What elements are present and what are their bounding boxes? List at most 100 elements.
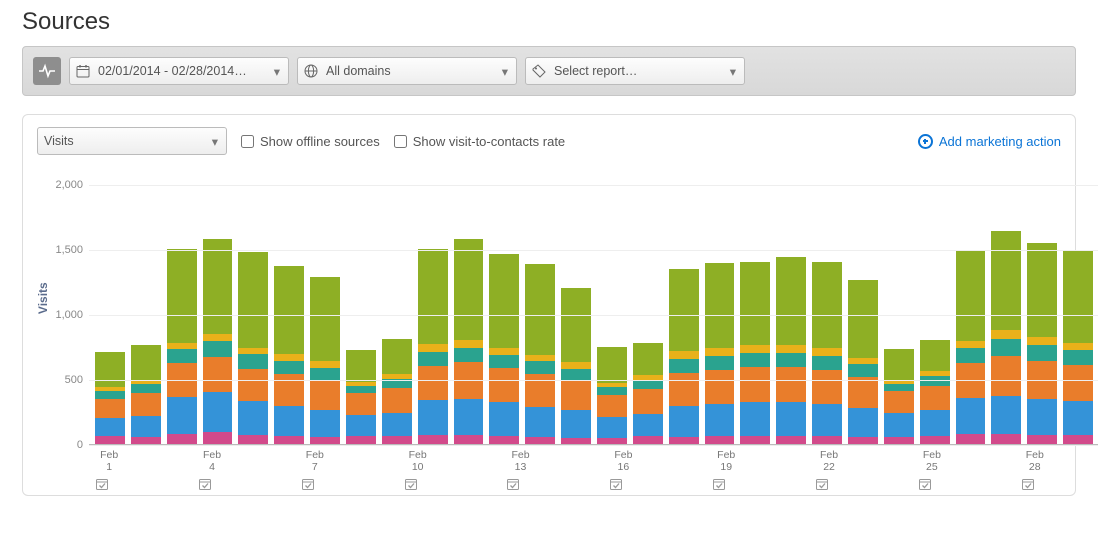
bar-day-2[interactable]	[131, 345, 161, 444]
filter-toolbar: 02/01/2014 - 02/28/2014… ▾ All domains ▾…	[22, 46, 1076, 96]
bar-segment-green	[131, 345, 161, 380]
bar-segment-pink	[561, 438, 591, 445]
x-tick	[369, 449, 397, 475]
bar-day-12[interactable]	[489, 254, 519, 444]
calendar-marker-cell	[712, 477, 740, 491]
add-marketing-action-link[interactable]: Add marketing action	[918, 134, 1061, 149]
bar-segment-teal	[238, 354, 268, 368]
bar-segment-green	[274, 266, 304, 354]
x-tick	[438, 449, 466, 475]
bar-day-18[interactable]	[705, 263, 735, 444]
bar-day-6[interactable]	[274, 266, 304, 444]
x-tick: Feb25	[918, 449, 946, 475]
y-tick-label: 0	[43, 439, 83, 451]
bar-day-9[interactable]	[382, 339, 412, 444]
bar-day-16[interactable]	[633, 343, 663, 444]
bar-segment-pink	[740, 436, 770, 444]
calendar-marker-cell	[301, 477, 329, 491]
metric-dropdown[interactable]: Visits ▾	[37, 127, 227, 155]
visit-to-contacts-input[interactable]	[394, 135, 407, 148]
bar-segment-blue	[310, 410, 340, 437]
bar-day-28[interactable]	[1063, 250, 1093, 444]
bar-day-21[interactable]	[812, 262, 842, 444]
bar-day-5[interactable]	[238, 252, 268, 444]
x-tick	[986, 449, 1014, 475]
bar-segment-blue	[705, 404, 735, 437]
bar-day-8[interactable]	[346, 350, 376, 444]
x-tick	[849, 449, 877, 475]
bar-segment-green	[489, 254, 519, 349]
bar-day-20[interactable]	[776, 257, 806, 444]
offline-sources-input[interactable]	[241, 135, 254, 148]
pulse-icon-button[interactable]	[33, 57, 61, 85]
bar-segment-green	[597, 347, 627, 383]
chart-panel-toolbar: Visits ▾ Show offline sources Show visit…	[37, 127, 1061, 165]
bar-segment-pink	[705, 436, 735, 444]
bar-day-11[interactable]	[454, 239, 484, 444]
visit-to-contacts-checkbox[interactable]: Show visit-to-contacts rate	[394, 134, 565, 149]
bar-segment-blue	[382, 413, 412, 436]
bar-day-4[interactable]	[203, 239, 233, 444]
x-tick	[883, 449, 911, 475]
bar-segment-teal	[705, 356, 735, 370]
tag-icon	[532, 64, 548, 78]
bar-segment-green	[1063, 250, 1093, 342]
calendar-marker-cell	[335, 477, 363, 491]
offline-sources-label: Show offline sources	[260, 134, 380, 149]
page-title: Sources	[0, 0, 1098, 46]
bar-segment-pink	[525, 437, 555, 444]
bar-day-1[interactable]	[95, 352, 125, 444]
bar-segment-orange	[633, 389, 663, 414]
bar-segment-yellow	[418, 344, 448, 352]
bar-day-14[interactable]	[561, 288, 591, 444]
bar-segment-teal	[633, 380, 663, 389]
bar-day-24[interactable]	[920, 340, 950, 444]
bar-day-15[interactable]	[597, 347, 627, 444]
bar-day-22[interactable]	[848, 280, 878, 444]
bar-segment-orange	[705, 370, 735, 404]
bar-segment-pink	[95, 436, 125, 444]
date-range-dropdown[interactable]: 02/01/2014 - 02/28/2014… ▾	[69, 57, 289, 85]
bar-segment-green	[848, 280, 878, 358]
bar-segment-pink	[991, 434, 1021, 444]
bar-day-19[interactable]	[740, 262, 770, 444]
x-tick: Feb1	[95, 449, 123, 475]
bar-segment-orange	[346, 393, 376, 415]
bar-day-10[interactable]	[418, 249, 448, 444]
bar-segment-teal	[561, 369, 591, 381]
calendar-check-icon	[712, 477, 726, 491]
bar-segment-green	[776, 257, 806, 345]
bar-segment-teal	[525, 361, 555, 374]
calendar-check-icon	[404, 477, 418, 491]
calendar-check-icon	[918, 477, 932, 491]
bar-segment-blue	[812, 404, 842, 437]
bar-day-3[interactable]	[167, 249, 197, 444]
bar-segment-pink	[382, 436, 412, 444]
bar-segment-teal	[489, 355, 519, 368]
calendar-check-icon	[815, 477, 829, 491]
bar-day-17[interactable]	[669, 269, 699, 444]
bar-day-27[interactable]	[1027, 243, 1057, 444]
bar-day-13[interactable]	[525, 264, 555, 444]
calendar-marker-cell	[678, 477, 706, 491]
bar-segment-pink	[812, 436, 842, 444]
bar-segment-teal	[812, 356, 842, 370]
bar-day-25[interactable]	[956, 251, 986, 444]
bar-day-26[interactable]	[991, 231, 1021, 444]
bar-day-7[interactable]	[310, 277, 340, 444]
x-tick	[232, 449, 260, 475]
y-tick-label: 1,000	[43, 309, 83, 321]
x-tick	[129, 449, 157, 475]
bar-segment-orange	[848, 377, 878, 408]
y-tick-label: 1,500	[43, 244, 83, 256]
bar-segment-pink	[776, 436, 806, 444]
bar-segment-green	[167, 249, 197, 343]
offline-sources-checkbox[interactable]: Show offline sources	[241, 134, 380, 149]
domain-dropdown[interactable]: All domains ▾	[297, 57, 517, 85]
bar-segment-orange	[95, 399, 125, 419]
bar-day-23[interactable]	[884, 349, 914, 445]
gridline	[89, 185, 1098, 186]
bar-segment-green	[203, 239, 233, 334]
report-dropdown[interactable]: Select report… ▾	[525, 57, 745, 85]
x-tick: Feb7	[301, 449, 329, 475]
